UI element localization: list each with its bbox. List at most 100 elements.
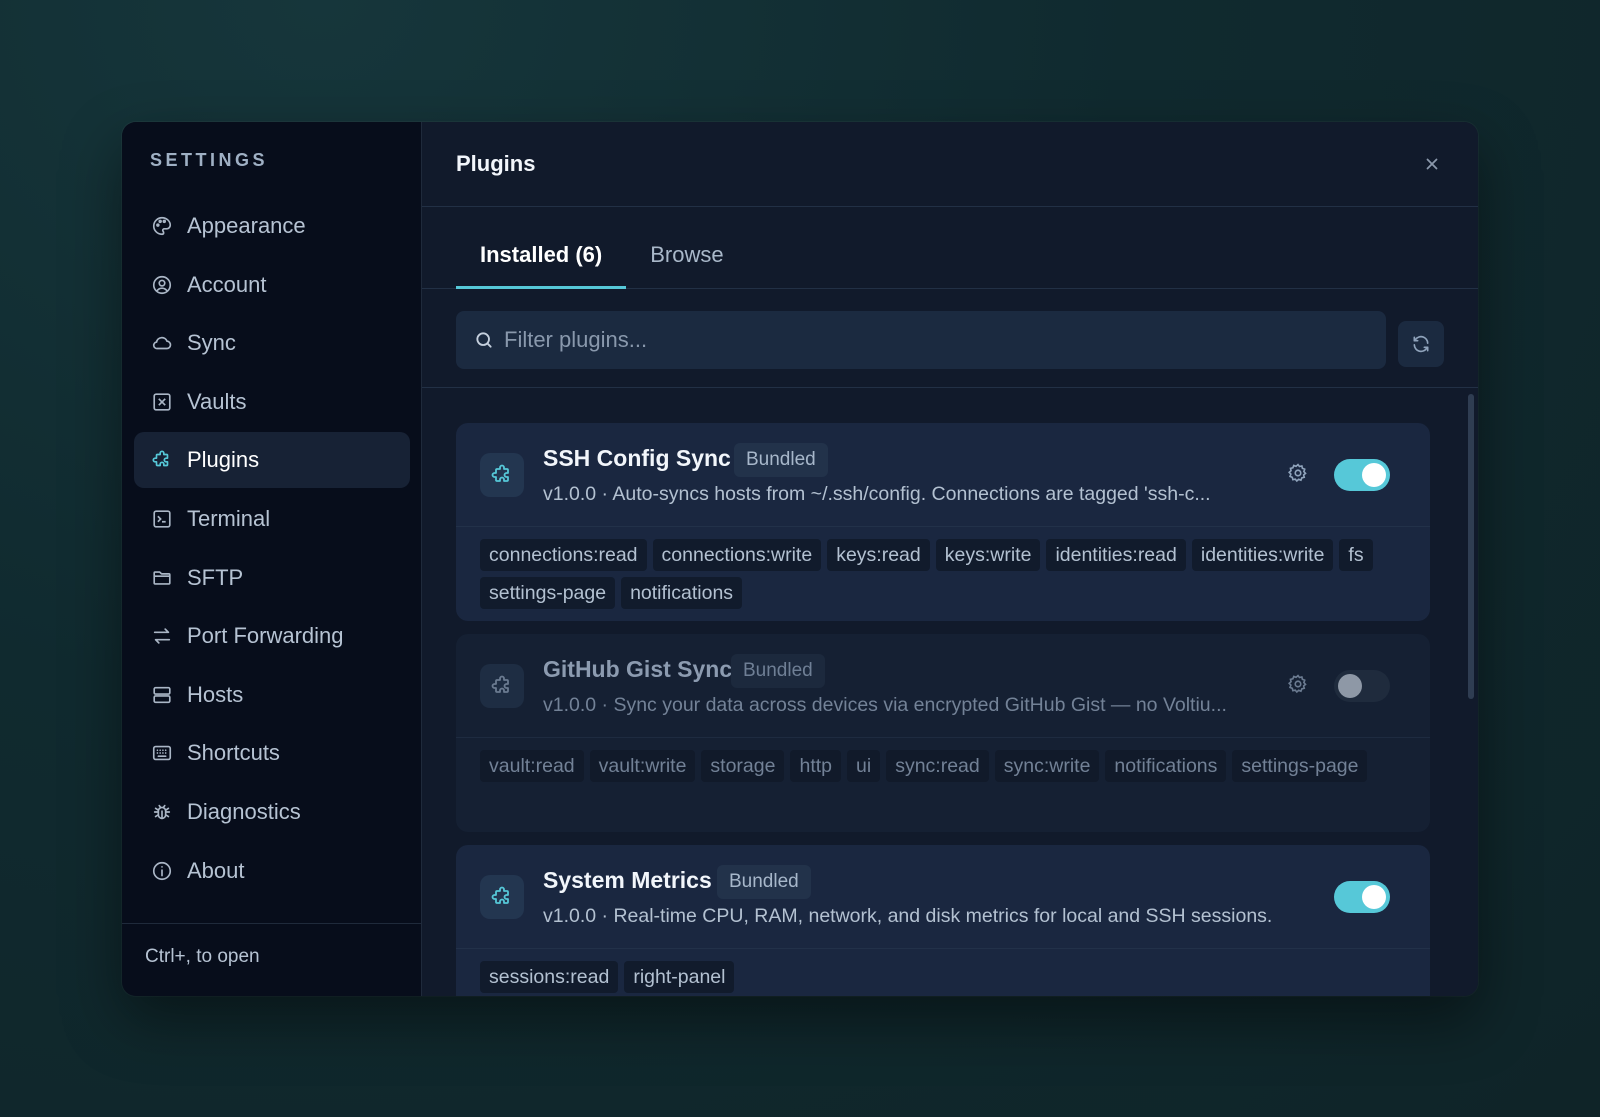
vault-icon — [151, 391, 173, 413]
sidebar-item-vaults[interactable]: Vaults — [134, 374, 410, 430]
permission-list: vault:read vault:write storage http ui sync:r… — [456, 738, 1430, 782]
permission-tag: connections:write — [652, 539, 822, 571]
permission-tag: right-panel — [624, 961, 735, 993]
bug-icon — [151, 801, 173, 823]
permission-tag: connections:read — [480, 539, 647, 571]
terminal-icon — [151, 508, 173, 530]
toggle-knob — [1338, 674, 1362, 698]
sidebar-title: SETTINGS — [150, 150, 269, 170]
refresh-button[interactable] — [1398, 321, 1444, 367]
permission-tag: fs — [1339, 539, 1373, 571]
permission-tag: http — [790, 750, 841, 782]
sidebar-item-sftp[interactable]: SFTP — [134, 550, 410, 606]
plugin-settings-button[interactable] — [1286, 462, 1310, 489]
gear-icon — [1287, 673, 1309, 700]
plugin-card-header: GitHub Gist Sync Bundled v1.0.0 · Sync you… — [456, 634, 1430, 738]
plugin-card: SSH Config Sync Bundled v1.0.0 · Auto-sync… — [456, 423, 1430, 621]
tab-browse[interactable]: Browse — [626, 207, 747, 288]
arrows-left-right-icon — [151, 625, 173, 647]
puzzle-icon — [480, 453, 524, 497]
permission-tag: identities:write — [1191, 539, 1334, 571]
user-circle-icon — [151, 274, 173, 296]
plugin-list: SSH Config Sync Bundled v1.0.0 · Auto-sync… — [422, 390, 1478, 996]
toggle-knob — [1362, 463, 1386, 487]
plugin-card-header: SSH Config Sync Bundled v1.0.0 · Auto-sync… — [456, 423, 1430, 527]
plugin-enable-toggle[interactable] — [1334, 881, 1390, 913]
bundled-badge: Bundled — [717, 865, 811, 899]
shortcut-hint: Ctrl+, to open — [122, 923, 421, 996]
plugin-card: System Metrics Bundled v1.0.0 · Real-time … — [456, 845, 1430, 996]
plugin-tabs: Installed (6) Browse — [422, 207, 1478, 289]
permission-tag: sessions:read — [480, 961, 619, 993]
sidebar-item-label: Shortcuts — [187, 740, 280, 766]
permission-list: connections:read connections:write keys:re… — [456, 527, 1430, 609]
sidebar-item-label: Diagnostics — [187, 798, 301, 824]
sidebar-item-about[interactable]: About — [134, 843, 410, 899]
sidebar-item-label: Terminal — [187, 505, 271, 531]
sidebar-item-label: Account — [187, 271, 267, 297]
keyboard-icon — [151, 742, 173, 764]
sidebar-item-appearance[interactable]: Appearance — [134, 198, 410, 254]
server-icon — [151, 684, 173, 706]
sidebar-item-port-forwarding[interactable]: Port Forwarding — [134, 608, 410, 664]
plugin-card: GitHub Gist Sync Bundled v1.0.0 · Sync you… — [456, 634, 1430, 832]
tab-installed[interactable]: Installed (6) — [456, 207, 627, 289]
permission-tag: keys:write — [935, 539, 1041, 571]
search-input[interactable] — [504, 327, 1386, 353]
sidebar-item-label: Appearance — [187, 213, 306, 238]
scrollbar-thumb[interactable] — [1468, 394, 1474, 699]
permission-tag: sync:write — [994, 750, 1100, 782]
cloud-icon — [151, 332, 173, 354]
permission-tag: storage — [701, 750, 785, 782]
search-icon — [476, 332, 492, 348]
sidebar-item-label: Sync — [187, 330, 236, 356]
sidebar-item-plugins[interactable]: Plugins — [134, 432, 410, 489]
plugin-enable-toggle[interactable] — [1334, 670, 1390, 702]
page-title: Plugins — [456, 151, 536, 176]
sidebar-item-diagnostics[interactable]: Diagnostics — [134, 784, 410, 840]
sidebar-item-account[interactable]: Account — [134, 257, 410, 313]
plugin-enable-toggle[interactable] — [1334, 459, 1390, 491]
puzzle-icon — [480, 664, 524, 708]
plugin-description: v1.0.0 · Sync your data across devices v… — [543, 694, 1227, 716]
info-icon — [151, 860, 173, 882]
search-box[interactable] — [456, 311, 1386, 369]
permission-tag: identities:read — [1046, 539, 1186, 571]
sidebar-item-sync[interactable]: Sync — [134, 315, 410, 371]
sidebar-item-label: Hosts — [187, 681, 244, 707]
plugin-card-header: System Metrics Bundled v1.0.0 · Real-time … — [456, 845, 1430, 949]
permission-tag: vault:write — [589, 750, 696, 782]
plugin-name: GitHub Gist Sync — [543, 656, 733, 682]
plugin-settings-button[interactable] — [1286, 673, 1310, 700]
bundled-badge: Bundled — [734, 443, 828, 477]
permission-tag: notifications — [621, 577, 743, 609]
plugin-name: System Metrics — [543, 867, 712, 893]
gear-icon — [1287, 462, 1309, 489]
permission-tag: keys:read — [827, 539, 930, 571]
permission-tag: vault:read — [480, 750, 584, 782]
sidebar-item-hosts[interactable]: Hosts — [134, 667, 410, 723]
palette-icon — [151, 215, 173, 237]
sidebar-item-label: Port Forwarding — [187, 623, 344, 649]
plugin-description: v1.0.0 · Auto-syncs hosts from ~/.ssh/co… — [543, 483, 1211, 505]
permission-list: sessions:read right-panel — [456, 949, 1430, 993]
sidebar-item-terminal[interactable]: Terminal — [134, 491, 410, 547]
panel-header: Plugins — [422, 122, 1478, 207]
sidebar-item-label: Vaults — [187, 388, 247, 414]
refresh-icon — [1413, 335, 1429, 353]
settings-sidebar: SETTINGS Appearance Account Sync Vaults Plug… — [122, 122, 422, 996]
plugins-panel: Plugins Installed (6)Browse SSH Config S… — [422, 122, 1478, 996]
sidebar-item-label: About — [187, 857, 245, 883]
close-button[interactable] — [1418, 150, 1446, 178]
toggle-knob — [1362, 885, 1386, 909]
sidebar-item-shortcuts[interactable]: Shortcuts — [134, 725, 410, 781]
permission-tag: settings-page — [480, 577, 616, 609]
permission-tag: settings-page — [1232, 750, 1368, 782]
permission-tag: ui — [847, 750, 881, 782]
permission-tag: sync:read — [886, 750, 989, 782]
plugin-description: v1.0.0 · Real-time CPU, RAM, network, an… — [543, 905, 1273, 927]
plugin-name: SSH Config Sync — [543, 445, 731, 471]
bundled-badge: Bundled — [731, 654, 825, 688]
sidebar-item-label: Plugins — [187, 447, 260, 473]
permission-tag: notifications — [1105, 750, 1227, 782]
